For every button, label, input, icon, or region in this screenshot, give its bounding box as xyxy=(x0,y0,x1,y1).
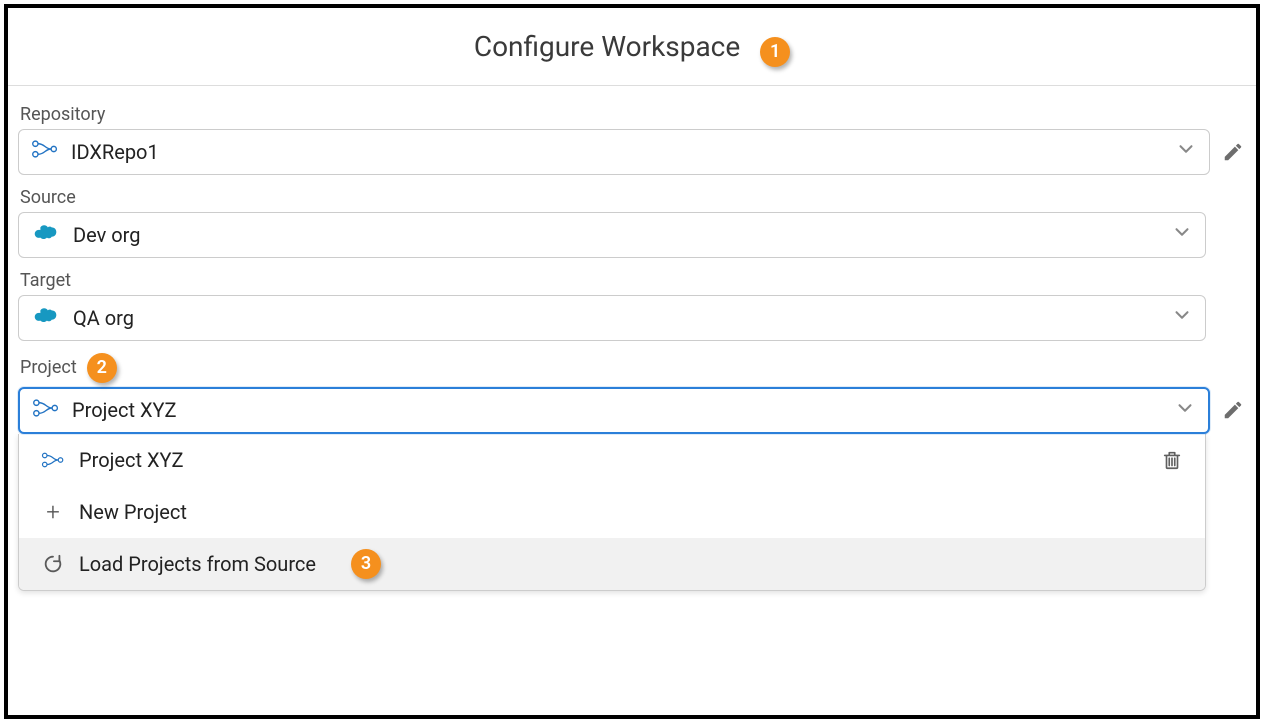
page-title: Configure Workspace xyxy=(474,30,740,63)
project-label-text: Project xyxy=(20,357,77,378)
chevron-down-icon xyxy=(1171,221,1193,248)
repository-dropdown[interactable]: IDXRepo1 xyxy=(18,129,1210,175)
trash-icon xyxy=(1161,449,1183,471)
callout-2: 2 xyxy=(87,353,117,383)
chevron-down-icon xyxy=(1171,304,1193,331)
pencil-icon xyxy=(1222,141,1244,163)
source-dropdown[interactable]: Dev org xyxy=(18,212,1206,258)
chevron-down-icon xyxy=(1174,397,1196,424)
callout-1: 1 xyxy=(760,37,790,67)
project-option-existing[interactable]: Project XYZ xyxy=(19,434,1205,486)
delete-project-button[interactable] xyxy=(1161,449,1183,471)
project-dropdown[interactable]: Project XYZ xyxy=(18,387,1210,434)
source-value: Dev org xyxy=(73,223,1159,247)
edit-project-button[interactable] xyxy=(1220,397,1246,423)
branch-icon xyxy=(31,138,59,165)
plus-icon: + xyxy=(41,501,65,523)
target-row: QA org xyxy=(18,295,1206,341)
repository-label: Repository xyxy=(18,104,1246,125)
project-value: Project XYZ xyxy=(72,398,1162,422)
reload-icon xyxy=(41,553,65,575)
target-value: QA org xyxy=(73,306,1159,330)
source-row: Dev org xyxy=(18,212,1206,258)
edit-repository-button[interactable] xyxy=(1220,139,1246,165)
project-listbox: Project XYZ + New Project Loa xyxy=(18,434,1206,591)
content: Repository IDXRepo1 xyxy=(8,86,1256,591)
project-option-load[interactable]: Load Projects from Source 3 xyxy=(19,538,1205,590)
header: Configure Workspace 1 xyxy=(8,8,1256,85)
project-option-label: Load Projects from Source xyxy=(79,552,1183,576)
project-label: Project 2 xyxy=(18,353,1246,383)
salesforce-cloud-icon xyxy=(31,221,61,248)
target-label: Target xyxy=(18,270,1246,291)
branch-icon xyxy=(41,449,65,471)
project-row: Project XYZ xyxy=(18,387,1246,434)
target-dropdown[interactable]: QA org xyxy=(18,295,1206,341)
pencil-icon xyxy=(1222,399,1244,421)
repository-row: IDXRepo1 xyxy=(18,129,1246,175)
source-label: Source xyxy=(18,187,1246,208)
project-option-label: New Project xyxy=(79,500,1183,524)
chevron-down-icon xyxy=(1175,138,1197,165)
project-option-label: Project XYZ xyxy=(79,448,1147,472)
repository-value: IDXRepo1 xyxy=(71,140,1163,164)
project-option-new[interactable]: + New Project xyxy=(19,486,1205,538)
callout-3: 3 xyxy=(351,549,381,579)
workspace-config-panel: Configure Workspace 1 Repository IDXRepo… xyxy=(4,4,1260,719)
branch-icon xyxy=(32,397,60,424)
salesforce-cloud-icon xyxy=(31,304,61,331)
